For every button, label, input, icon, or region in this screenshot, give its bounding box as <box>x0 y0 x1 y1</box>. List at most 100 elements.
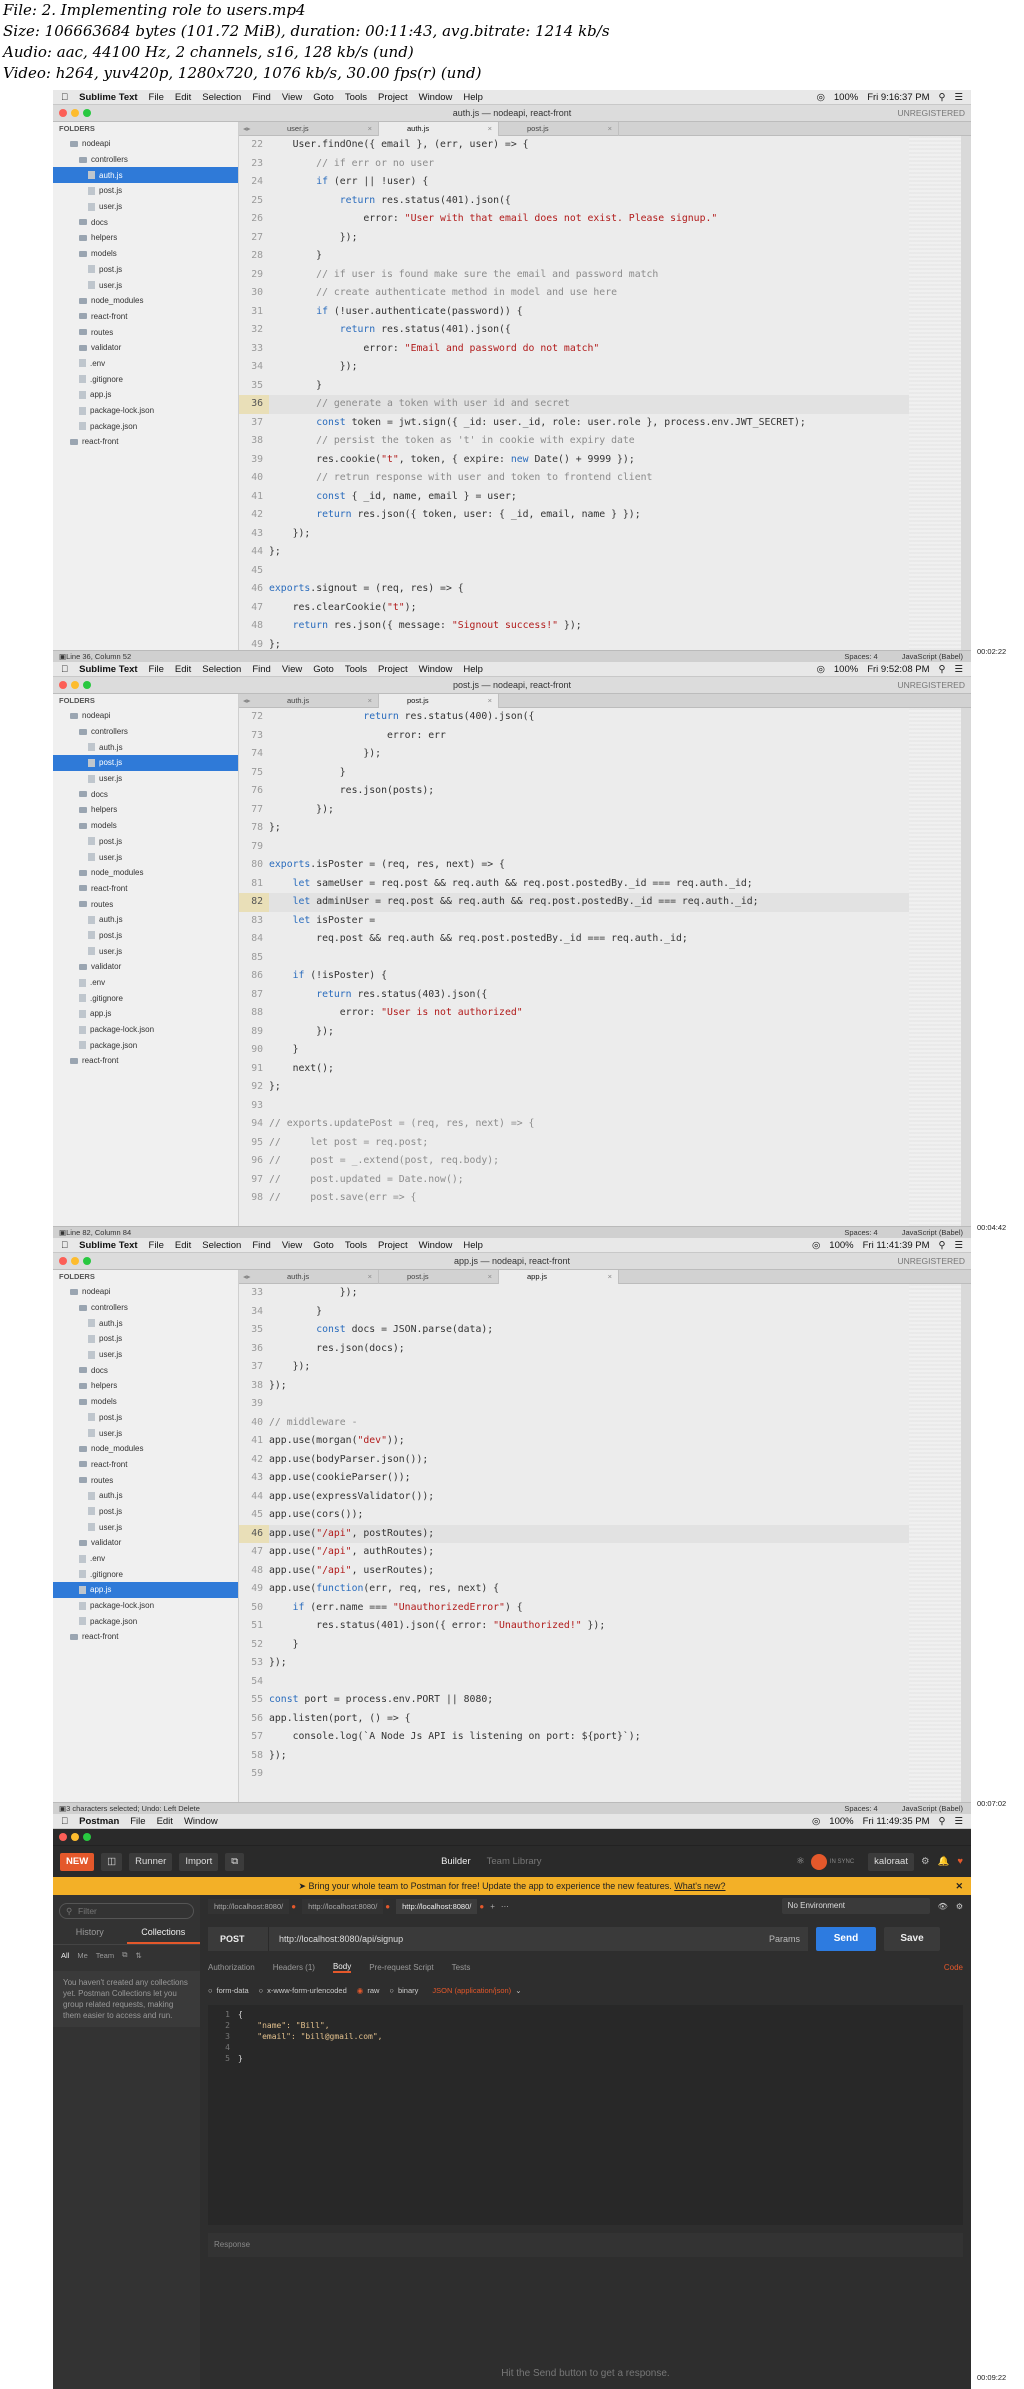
minimap[interactable] <box>909 708 961 1226</box>
sidebar-item[interactable]: controllers <box>53 724 238 740</box>
sidebar-item[interactable]: helpers <box>53 802 238 818</box>
sidebar-item[interactable]: routes <box>53 896 238 912</box>
sidebar-item[interactable]: react-front <box>53 1629 238 1645</box>
new-collection-icon[interactable]: ⧉ <box>122 1950 127 1960</box>
editor-tab[interactable]: user.js × <box>259 122 379 136</box>
interceptor-icon[interactable]: ⚛ <box>796 1856 805 1867</box>
battery-label[interactable]: 100% <box>834 92 858 103</box>
scrollbar[interactable] <box>961 708 971 1226</box>
code-editor[interactable]: 72 return res.status(400).json({73 error… <box>239 708 909 1226</box>
sidebar-item[interactable]: post.js <box>53 1504 238 1520</box>
editor-tab[interactable]: auth.js × <box>379 122 499 136</box>
battery-label[interactable]: 100% <box>829 1240 853 1251</box>
sidebar-item[interactable]: validator <box>53 959 238 975</box>
sidebar-item[interactable]: node_modules <box>53 293 238 309</box>
tab-pre-request[interactable]: Pre-request Script <box>369 1963 433 1972</box>
search-icon[interactable]: ⚲ <box>939 664 946 675</box>
close-button[interactable] <box>59 681 67 689</box>
menu-item[interactable]: Window <box>419 92 453 103</box>
sidebar-item[interactable]: package-lock.json <box>53 403 238 419</box>
team-library-tab[interactable]: Team Library <box>487 1856 542 1867</box>
sidebar-item[interactable]: auth.js <box>53 167 238 184</box>
sidebar-item[interactable]: package-lock.json <box>53 1022 238 1038</box>
sidebar-item[interactable]: controllers <box>53 152 238 168</box>
code-link[interactable]: Code <box>944 1963 971 1972</box>
sidebar-item[interactable]: .env <box>53 356 238 372</box>
add-tab-icon[interactable]: + <box>490 1902 495 1911</box>
tab-nav-icon[interactable]: ◂▸ <box>239 694 259 707</box>
menu-item[interactable]: Tools <box>345 1240 367 1251</box>
menu-item[interactable]: Goto <box>313 1240 334 1251</box>
sidebar-item[interactable]: models <box>53 818 238 834</box>
minimap[interactable] <box>909 136 961 650</box>
menu-postman[interactable]: Postman <box>79 1816 119 1827</box>
menu-item[interactable]: Help <box>463 92 483 103</box>
request-tab-1[interactable]: http://localhost:8080/ <box>208 1898 290 1914</box>
clock[interactable]: Fri 11:49:35 PM <box>863 1816 930 1827</box>
menu-item[interactable]: File <box>149 1240 164 1251</box>
sidebar-item[interactable]: react-front <box>53 881 238 897</box>
indentation[interactable]: Spaces: 4 <box>844 1228 877 1237</box>
menu-item[interactable]: Goto <box>313 664 334 675</box>
close-tab-icon[interactable]: × <box>368 1270 372 1284</box>
minimize-button[interactable] <box>71 1257 79 1265</box>
sidebar-item[interactable]: docs <box>53 1362 238 1378</box>
sidebar-item[interactable]: react-front <box>53 1457 238 1473</box>
menu-item[interactable]: Selection <box>202 1240 241 1251</box>
menu-item[interactable]: Project <box>378 664 408 675</box>
new-button[interactable]: NEW <box>60 1852 95 1871</box>
editor-tab[interactable]: post.js × <box>499 122 619 136</box>
menu-file[interactable]: File <box>130 1816 145 1827</box>
indentation[interactable]: Spaces: 4 <box>844 652 877 661</box>
close-tab-icon[interactable]: × <box>488 1270 492 1284</box>
sidebar-item[interactable]: docs <box>53 214 238 230</box>
minimize-button[interactable] <box>71 109 79 117</box>
sidebar-item[interactable]: user.js <box>53 199 238 215</box>
sidebar-item[interactable]: app.js <box>53 1006 238 1022</box>
menu-list-icon[interactable]: ☰ <box>954 664 963 675</box>
collections-tab[interactable]: Collections <box>126 1927 200 1944</box>
menu-item[interactable]: Window <box>419 1240 453 1251</box>
menu-item[interactable]: View <box>282 664 302 675</box>
apple-icon[interactable]:  <box>61 1816 68 1827</box>
editor-tab[interactable]: post.js × <box>379 1270 499 1284</box>
menu-item[interactable]: Edit <box>175 664 191 675</box>
sidebar-item[interactable]: package.json <box>53 1613 238 1629</box>
menu-item[interactable]: Project <box>378 92 408 103</box>
sidebar-item[interactable]: user.js <box>53 943 238 959</box>
user-menu[interactable]: kaloraat <box>868 1852 914 1871</box>
menu-item[interactable]: Window <box>419 664 453 675</box>
settings-icon[interactable]: ⚙ <box>921 1856 930 1867</box>
menu-item[interactable]: Edit <box>175 92 191 103</box>
clock[interactable]: Fri 9:16:37 PM <box>867 92 929 103</box>
search-icon[interactable]: ⚲ <box>939 92 946 103</box>
wifi-icon[interactable]: ◎ <box>812 1240 820 1251</box>
sidebar-item[interactable]: auth.js <box>53 1315 238 1331</box>
close-button[interactable] <box>59 1833 67 1841</box>
filter-all[interactable]: All <box>61 1951 69 1960</box>
close-tab-icon[interactable]: × <box>488 694 492 708</box>
menu-list-icon[interactable]: ☰ <box>954 92 963 103</box>
wifi-icon[interactable]: ◎ <box>812 1816 820 1827</box>
sidebar-item[interactable]: user.js <box>53 771 238 787</box>
method-select[interactable]: POST <box>208 1927 268 1951</box>
clock[interactable]: Fri 9:52:08 PM <box>867 664 929 675</box>
sidebar-item[interactable]: user.js <box>53 849 238 865</box>
menu-item[interactable]: View <box>282 1240 302 1251</box>
sidebar-item[interactable]: auth.js <box>53 739 238 755</box>
menu-item[interactable]: Find <box>252 664 270 675</box>
maximize-button[interactable] <box>83 109 91 117</box>
sidebar-item[interactable]: post.js <box>53 1331 238 1347</box>
sidebar-item[interactable]: package-lock.json <box>53 1598 238 1614</box>
close-tab-icon[interactable]: × <box>368 694 372 708</box>
sidebar-item[interactable]: app.js <box>53 1582 238 1598</box>
radio-raw[interactable]: ◉ <box>357 1986 364 1995</box>
sidebar-item[interactable]: docs <box>53 786 238 802</box>
sidebar-item[interactable]: user.js <box>53 1425 238 1441</box>
close-tab-icon[interactable]: × <box>488 122 492 136</box>
menu-item[interactable]: Tools <box>345 92 367 103</box>
scrollbar[interactable] <box>961 136 971 650</box>
tab-headers[interactable]: Headers (1) <box>273 1963 315 1972</box>
notifications-icon[interactable]: 🔔 <box>938 1856 950 1867</box>
clock[interactable]: Fri 11:41:39 PM <box>863 1240 930 1251</box>
